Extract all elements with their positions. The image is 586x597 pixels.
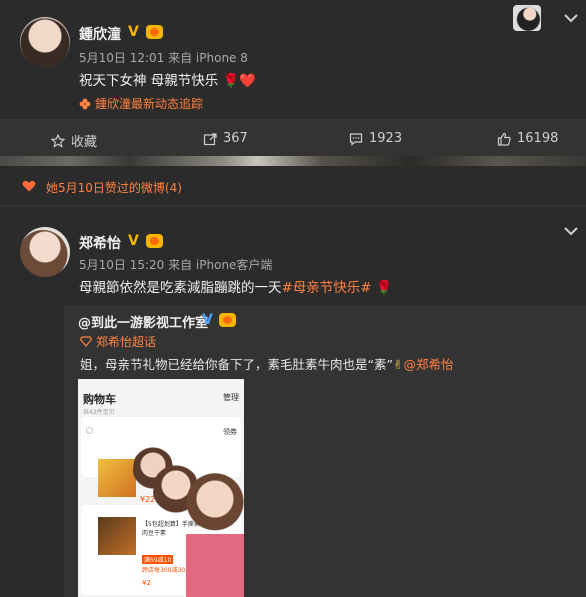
promo-badge: 满59减10 [142,555,174,564]
liked-posts-bar[interactable]: 她5月10日赞过的微博(4) [0,166,586,206]
username[interactable]: 鍾欣潼 [79,24,121,44]
post-toolbar: 收藏 367 1923 16198 [0,119,586,156]
post-text: 祝天下女神 母親节快乐 🌹❤️ [79,69,256,89]
mention-link[interactable]: @郑希怡 [403,357,453,372]
victory-hand-emoji: ✌ [392,357,404,372]
repost-author[interactable]: @到此一游影视工作室 [78,312,208,331]
post-text: 母親節依然是吃素減脂蹦跳的一天#母亲节快乐# 🌹 [79,276,393,296]
repost-text: 姐，母亲节礼物已经给你备下了，素毛肚素牛肉也是“素”✌@郑希怡 [80,354,453,373]
rose-heart-emoji: 🌹❤️ [222,73,257,89]
favorite-button[interactable]: 收藏 [51,131,97,150]
cart-title: 购物车 [83,393,116,406]
repost-count: 367 [223,131,248,146]
post-text-content: 祝天下女神 母親节快乐 [79,73,219,89]
heart-icon [22,180,36,192]
vip-icon [146,234,163,248]
liked-posts-label: 她5月10日赞过的微博(4) [46,181,182,195]
diamond-icon [80,336,92,347]
repost-button[interactable]: 367 [203,131,248,146]
repost-icon [203,132,217,145]
promo-text: 跨店每300减30 [142,567,186,574]
tracking-link-label: 鍾欣潼最新动态追踪 [95,97,204,111]
vip-icon [146,25,163,39]
comment-button[interactable]: 1923 [349,131,402,146]
post-meta: 5月10日 15:20 来自 iPhone客户端 [79,258,273,272]
avatar[interactable] [20,227,70,277]
rose-emoji: 🌹 [375,280,393,296]
favorite-label: 收藏 [71,135,98,150]
item-price-2: ¥2 [142,579,151,587]
verified-icon: V [128,233,139,249]
like-button[interactable]: 16198 [497,131,558,146]
cart-manage: 管理 [223,393,239,402]
flower-icon [79,98,91,109]
verified-blue-icon: V [202,312,213,328]
user-sticker-icon [513,5,541,31]
verified-icon: V [128,24,139,40]
post-text-content: 母親節依然是吃素減脂蹦跳的一天 [79,280,282,296]
tracking-link[interactable]: 鍾欣潼最新动态追踪 [79,95,203,112]
post-meta: 5月10日 12:01 来自 iPhone 8 [79,51,248,65]
cart-count: 共42件宝贝 [83,409,115,416]
star-icon [51,133,65,148]
coupon-label: 领券 [223,428,237,436]
vip-icon [219,313,236,327]
supertopic-label: 郑希怡超话 [96,335,157,349]
chevron-down-icon[interactable] [563,13,579,23]
weibo-post-1: 鍾欣潼 V 5月10日 12:01 来自 iPhone 8 祝天下女神 母親节快… [0,0,586,120]
repost-text-content: 姐，母亲节礼物已经给你备下了，素毛肚素牛肉也是“素” [80,357,393,372]
avatar[interactable] [20,17,70,67]
comment-icon [349,132,363,146]
username[interactable]: 郑希怡 [79,233,121,253]
supertopic-link[interactable]: 郑希怡超话 [80,333,156,350]
thumbs-up-icon [497,132,511,146]
comment-count: 1923 [369,131,403,146]
shopping-cart-screenshot[interactable]: 购物车 管理 共42件宝贝 领券 ¥22.8 【5包超划算】手撕素肉豆干素 满5… [78,379,244,597]
like-count: 16198 [517,131,559,146]
next-card-image-edge [0,156,586,166]
hashtag-link[interactable]: #母亲节快乐# [282,280,372,296]
chevron-down-icon[interactable] [563,226,579,236]
